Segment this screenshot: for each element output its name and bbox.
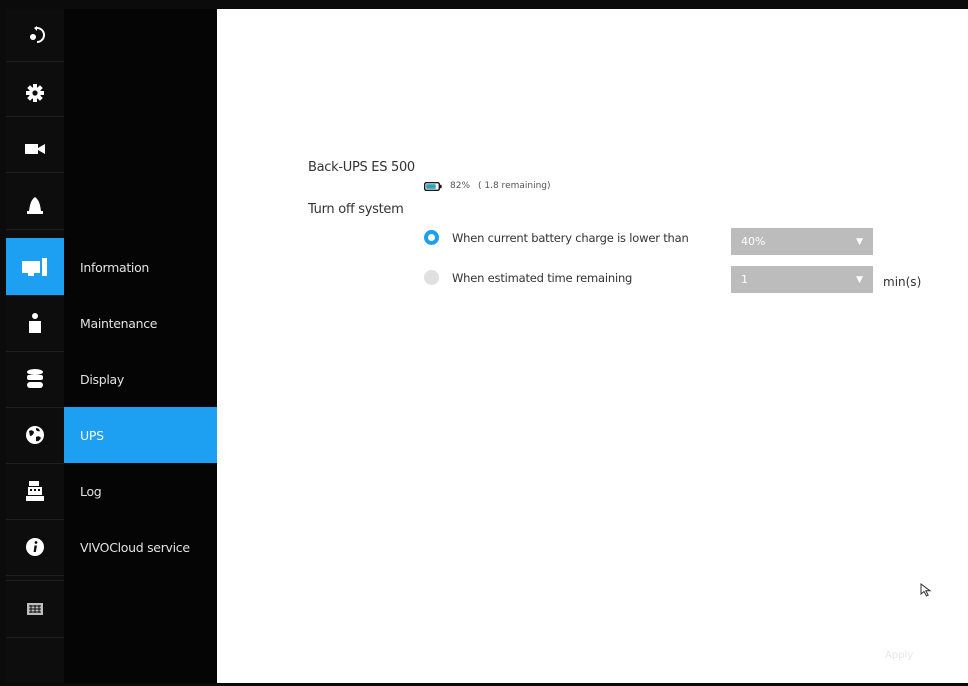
network-nav[interactable] [6, 407, 64, 464]
battery-status: 82% ( 1.8 remaining) [424, 181, 551, 191]
submenu-item-maintenance[interactable]: Maintenance [64, 295, 217, 351]
keyboard-icon [27, 603, 43, 615]
window-top-bar [0, 0, 968, 9]
submenu-item-information[interactable]: Information [64, 239, 217, 295]
user-icon [29, 313, 41, 333]
ups-device-name: Back-UPS ES 500 [308, 160, 415, 175]
submenu-item-label: Information [80, 259, 150, 275]
camera-icon [25, 144, 45, 154]
chevron-down-icon: ▼ [856, 274, 863, 285]
network-icon [26, 426, 44, 444]
info-icon [26, 538, 44, 556]
gear-icon [26, 84, 44, 102]
time-remaining-label: When estimated time remaining [452, 270, 633, 285]
submenu-item-label: UPS [80, 427, 104, 443]
battery-icon [424, 181, 442, 191]
submenu-item-ups[interactable]: UPS [64, 407, 217, 463]
mouse-pointer-icon [920, 583, 932, 597]
battery-percent: 82% [450, 181, 471, 191]
icon-rail [6, 9, 64, 686]
storage-nav[interactable] [6, 351, 64, 408]
battery-remaining: ( 1.8 remaining) [478, 181, 551, 191]
system-submenu: Information Maintenance Display UPS Log … [64, 9, 217, 686]
camera-nav[interactable] [6, 126, 64, 173]
alarm-nav[interactable] [6, 183, 64, 230]
submenu-item-display[interactable]: Display [64, 351, 217, 407]
submenu-item-label: Log [80, 483, 102, 499]
system-nav[interactable] [6, 238, 64, 296]
apply-button[interactable]: Apply [885, 650, 913, 661]
option-time-remaining[interactable]: When estimated time remaining [424, 270, 632, 285]
storage-icon [27, 369, 43, 388]
submenu-item-label: Maintenance [80, 315, 158, 331]
submenu-item-log[interactable]: Log [64, 463, 217, 519]
configuration-nav[interactable] [6, 70, 64, 117]
turn-off-system-label: Turn off system [308, 202, 404, 217]
submenu-item-vivocloud[interactable]: VIVOCloud service [64, 519, 217, 575]
time-remaining-select[interactable]: 1 ▼ [731, 266, 873, 293]
time-remaining-select-value: 1 [741, 273, 748, 286]
keyboard-nav[interactable] [6, 580, 64, 638]
pos-nav[interactable] [6, 463, 64, 520]
ups-settings-panel: Back-UPS ES 500 82% ( 1.8 remaining) Tur… [217, 9, 968, 683]
battery-charge-label: When current battery charge is lower tha… [452, 230, 689, 245]
time-remaining-radio[interactable] [424, 270, 439, 285]
time-unit-label: min(s) [883, 275, 922, 289]
submenu-item-label: VIVOCloud service [80, 539, 190, 555]
info-nav[interactable] [6, 519, 64, 576]
submenu-item-label: Display [80, 371, 124, 387]
exit-button[interactable] [6, 9, 64, 62]
user-nav[interactable] [6, 295, 64, 352]
cashier-icon [26, 481, 44, 501]
option-battery-charge[interactable]: When current battery charge is lower tha… [424, 230, 689, 245]
battery-charge-select[interactable]: 40% ▼ [731, 228, 873, 255]
system-icon [22, 257, 47, 276]
battery-charge-select-value: 40% [741, 235, 766, 248]
exit-icon [30, 26, 45, 43]
alarm-icon [27, 197, 43, 214]
chevron-down-icon: ▼ [856, 236, 863, 247]
battery-charge-radio[interactable] [424, 230, 439, 245]
